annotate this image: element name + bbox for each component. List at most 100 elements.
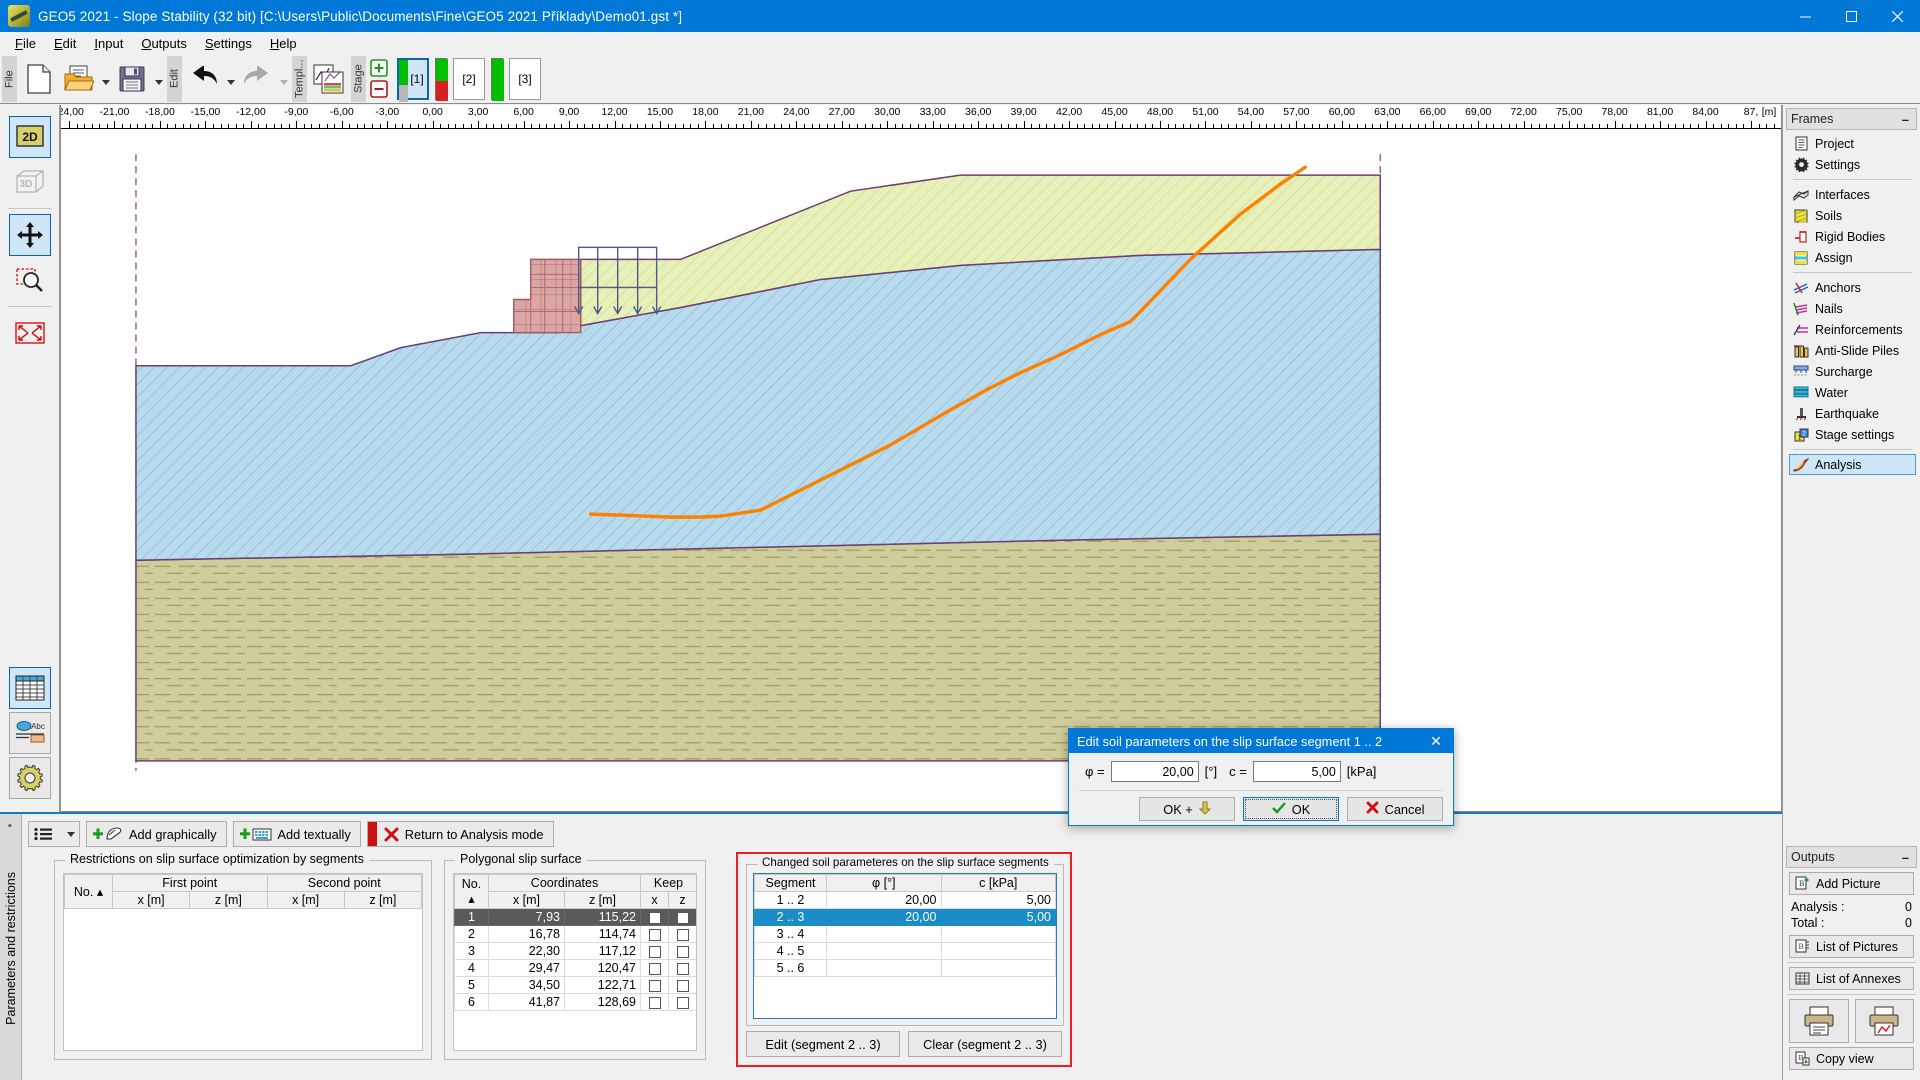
frames-minimize-icon[interactable]: –	[1902, 112, 1912, 127]
keep-z-checkbox[interactable]	[676, 979, 689, 992]
stage-tab-3[interactable]: [3]	[509, 57, 541, 100]
c-input[interactable]	[1252, 761, 1341, 782]
changed-params-cell-c[interactable]: 5,00	[940, 891, 1056, 909]
maximize-button[interactable]	[1828, 0, 1874, 32]
legend-view-button[interactable]: Abc	[8, 712, 51, 754]
table-row[interactable]: 2 16,78 114,74	[454, 925, 696, 943]
polygonal-cell-x[interactable]: 16,78	[488, 925, 565, 943]
table-row[interactable]: 5 34,50 122,71	[454, 976, 696, 994]
sidebar-item-reinforcements[interactable]: Reinforcements	[1789, 319, 1916, 340]
table-view-button[interactable]	[8, 667, 51, 709]
edit-segment-button[interactable]: Edit (segment 2 .. 3)	[746, 1031, 900, 1057]
keep-x-checkbox[interactable]	[648, 911, 661, 924]
polygonal-col-no[interactable]: No. ▴	[454, 874, 489, 909]
pan-tool-button[interactable]	[8, 214, 51, 256]
keep-z-checkbox[interactable]	[676, 962, 689, 975]
changed-params-cell-phi[interactable]	[826, 959, 942, 977]
print-document-button[interactable]	[1789, 999, 1849, 1043]
list-of-annexes-button[interactable]: List of Annexes	[1789, 967, 1914, 990]
phi-input[interactable]	[1110, 761, 1199, 782]
menu-item-settings[interactable]: Settings	[196, 34, 261, 53]
sidebar-item-assign[interactable]: Assign	[1789, 247, 1916, 268]
save-file-button[interactable]	[112, 57, 152, 101]
polygonal-cell-keep-x[interactable]	[640, 993, 669, 1011]
keep-z-checkbox[interactable]	[676, 911, 689, 924]
table-row[interactable]: 3 .. 4	[754, 925, 1056, 943]
polygonal-cell-x[interactable]: 29,47	[488, 959, 565, 977]
changed-params-cell-phi[interactable]	[826, 942, 942, 960]
new-file-button[interactable]	[19, 57, 59, 101]
open-file-dropdown[interactable]	[99, 57, 112, 101]
drawing-settings-button[interactable]	[8, 757, 51, 799]
polygonal-cell-keep-z[interactable]	[667, 908, 696, 926]
return-to-analysis-button[interactable]: Return to Analysis mode	[366, 821, 554, 847]
polygonal-cell-z[interactable]: 120,47	[564, 959, 641, 977]
add-stage-button[interactable]	[368, 58, 390, 79]
keep-z-checkbox[interactable]	[676, 996, 689, 1009]
sidebar-item-anti-slide-piles[interactable]: Anti-Slide Piles	[1789, 340, 1916, 361]
clear-segment-button[interactable]: Clear (segment 2 .. 3)	[908, 1031, 1062, 1057]
menu-item-file[interactable]: File	[6, 34, 45, 53]
table-row[interactable]: 4 29,47 120,47	[454, 959, 696, 977]
undo-button[interactable]	[184, 57, 224, 101]
polygonal-cell-keep-x[interactable]	[640, 925, 669, 943]
polygonal-cell-keep-z[interactable]	[667, 976, 696, 994]
save-file-dropdown[interactable]	[152, 57, 165, 101]
polygonal-cell-keep-x[interactable]	[640, 959, 669, 977]
print-picture-button[interactable]	[1854, 999, 1914, 1043]
close-button[interactable]	[1874, 0, 1920, 32]
stage-tab-1[interactable]: [1]	[397, 57, 429, 102]
bottom-vertical-tab[interactable]: ▪ Parameters and restrictions	[0, 814, 22, 1080]
templates-button[interactable]	[309, 57, 349, 101]
polygonal-cell-keep-z[interactable]	[667, 942, 696, 960]
polygonal-cell-z[interactable]: 114,74	[564, 925, 641, 943]
stage-tab-2[interactable]: [2]	[453, 57, 485, 100]
keep-z-checkbox[interactable]	[676, 928, 689, 941]
polygonal-cell-z[interactable]: 128,69	[564, 993, 641, 1011]
changed-params-cell-c[interactable]	[940, 925, 1056, 943]
undo-dropdown[interactable]	[224, 57, 237, 101]
outputs-minimize-icon[interactable]: –	[1902, 850, 1912, 865]
sidebar-item-soils[interactable]: Soils	[1789, 205, 1916, 226]
keep-x-checkbox[interactable]	[648, 979, 661, 992]
polygonal-cell-keep-z[interactable]	[667, 959, 696, 977]
menu-item-input[interactable]: Input	[85, 34, 132, 53]
polygonal-cell-z[interactable]: 115,22	[564, 908, 641, 926]
add-graphically-button[interactable]: Add graphically	[86, 821, 227, 847]
sidebar-item-settings[interactable]: Settings	[1789, 154, 1916, 175]
sidebar-item-earthquake[interactable]: Earthquake	[1789, 403, 1916, 424]
dialog-close-icon[interactable]: ✕	[1419, 733, 1453, 750]
menu-item-edit[interactable]: Edit	[45, 34, 85, 53]
polygonal-cell-keep-x[interactable]	[640, 908, 669, 926]
sidebar-item-water[interactable]: Water	[1789, 382, 1916, 403]
keep-x-checkbox[interactable]	[648, 928, 661, 941]
add-textually-button[interactable]: Add textually	[232, 821, 361, 847]
drawing-canvas-area[interactable]: -24,00 -21,00 -18,00 -15,00 -12,00 -9,00 -6,00…	[60, 105, 1782, 812]
changed-params-cell-c[interactable]	[940, 959, 1056, 977]
cancel-button[interactable]: Cancel	[1347, 797, 1443, 821]
sidebar-item-project[interactable]: Project	[1789, 133, 1916, 154]
open-file-button[interactable]	[59, 57, 99, 101]
keep-z-checkbox[interactable]	[676, 945, 689, 958]
table-row[interactable]: 3 22,30 117,12	[454, 942, 696, 960]
table-row[interactable]: 5 .. 6	[754, 959, 1056, 977]
cross-section-drawing[interactable]	[61, 129, 1781, 811]
changed-params-cell-c[interactable]: 5,00	[940, 908, 1056, 926]
polygonal-cell-x[interactable]: 34,50	[488, 976, 565, 994]
keep-x-checkbox[interactable]	[648, 962, 661, 975]
ok-button[interactable]: OK	[1243, 797, 1339, 821]
menu-item-outputs[interactable]: Outputs	[132, 34, 196, 53]
view-2d-button[interactable]: 2D	[8, 116, 51, 158]
list-of-pictures-button[interactable]: B List of Pictures	[1789, 935, 1914, 958]
changed-params-cell-phi[interactable]: 20,00	[826, 891, 942, 909]
stage-tab-3-strip[interactable]	[491, 57, 504, 101]
table-row[interactable]: 1 7,93 115,22	[454, 908, 696, 926]
stage-tab-2-strip[interactable]	[435, 57, 448, 101]
remove-stage-button[interactable]	[368, 79, 390, 100]
table-row[interactable]: 1 .. 2 20,00 5,00	[754, 891, 1056, 909]
minimize-button[interactable]	[1782, 0, 1828, 32]
sidebar-item-stage-settings[interactable]: 12 Stage settings	[1789, 424, 1916, 445]
zoom-window-tool-button[interactable]	[9, 259, 51, 301]
polygonal-cell-z[interactable]: 117,12	[564, 942, 641, 960]
polygonal-cell-x[interactable]: 22,30	[488, 942, 565, 960]
